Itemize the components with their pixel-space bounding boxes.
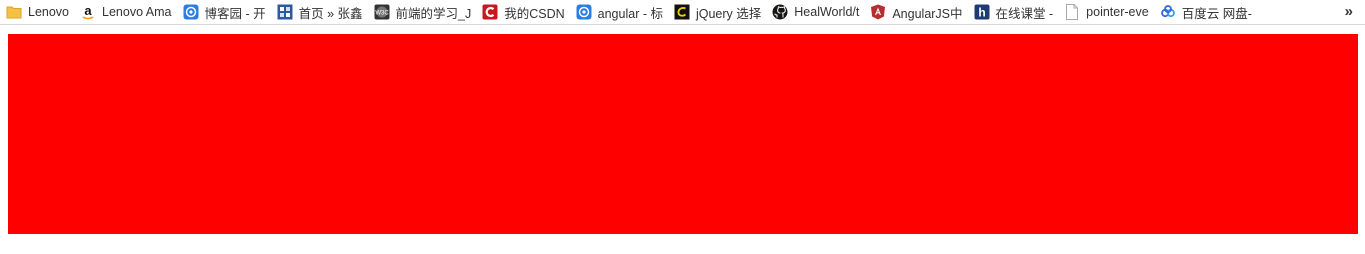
bookmark-label: angular - 标 xyxy=(597,6,663,21)
w3c-icon: W3C xyxy=(374,4,390,20)
bookmark-label: 我的CSDN xyxy=(504,6,565,21)
bookmark-label: jQuery 选择 xyxy=(695,6,762,21)
red-box xyxy=(8,34,1358,234)
bookmark-baidu-cloud[interactable]: 百度云 网盘- xyxy=(1160,2,1252,22)
bookmarks-bar: Lenovo a Lenovo Ama 博客园 - 开 首页 » 张鑫 W3C … xyxy=(0,0,1365,25)
bookmark-label: AngularJS中 xyxy=(892,6,963,21)
bookmark-my-csdn[interactable]: 我的CSDN xyxy=(482,2,565,22)
bookmark-angular[interactable]: angular - 标 xyxy=(576,2,663,22)
bookmark-online-classroom[interactable]: h 在线课堂 - xyxy=(974,2,1054,22)
folder-icon xyxy=(6,4,22,20)
bookmark-pointer-events[interactable]: pointer-eve xyxy=(1064,2,1149,22)
bookmark-frontend-learning[interactable]: W3C 前端的学习_J xyxy=(374,2,472,22)
bookmark-label: Lenovo Ama xyxy=(102,5,172,19)
svg-text:W3C: W3C xyxy=(375,11,389,17)
cnblogs-icon xyxy=(183,4,199,20)
csdn-icon xyxy=(482,4,498,20)
bookmark-lenovo-amazon[interactable]: a Lenovo Ama xyxy=(80,2,172,22)
bookmark-zhangxin-home[interactable]: 首页 » 张鑫 xyxy=(277,2,363,22)
bookmark-label: Lenovo xyxy=(28,5,70,19)
blank-page-icon xyxy=(1064,4,1080,20)
bookmark-label: 首页 » 张鑫 xyxy=(298,6,363,21)
hui-icon: h xyxy=(974,4,990,20)
baidu-cloud-icon xyxy=(1160,4,1176,20)
bookmark-label: pointer-eve xyxy=(1086,5,1149,19)
bookmark-angularjs[interactable]: AngularJS中 xyxy=(870,2,963,22)
cnblogs-icon xyxy=(576,4,592,20)
bookmark-label: 在线课堂 - xyxy=(995,6,1054,21)
bookmark-lenovo[interactable]: Lenovo xyxy=(6,2,69,22)
amazon-icon: a xyxy=(80,4,96,20)
bookmark-cnblogs[interactable]: 博客园 - 开 xyxy=(183,2,266,22)
site-grid-icon xyxy=(277,4,293,20)
jquery-icon xyxy=(674,4,690,20)
bookmark-label: 前端的学习_J xyxy=(395,6,472,21)
bookmark-label: HealWorld/t xyxy=(794,5,860,19)
svg-text:h: h xyxy=(978,6,985,20)
bookmark-label: 百度云 网盘- xyxy=(1181,6,1252,21)
angularjs-icon xyxy=(870,4,886,20)
bookmark-jquery-selector[interactable]: jQuery 选择 xyxy=(674,2,761,22)
github-icon xyxy=(772,4,788,20)
bookmark-label: 博客园 - 开 xyxy=(204,6,266,21)
bookmark-healworld-github[interactable]: HealWorld/t xyxy=(772,2,859,22)
svg-text:a: a xyxy=(84,4,92,18)
bookmarks-overflow-chevron-icon[interactable]: » xyxy=(1345,2,1353,22)
